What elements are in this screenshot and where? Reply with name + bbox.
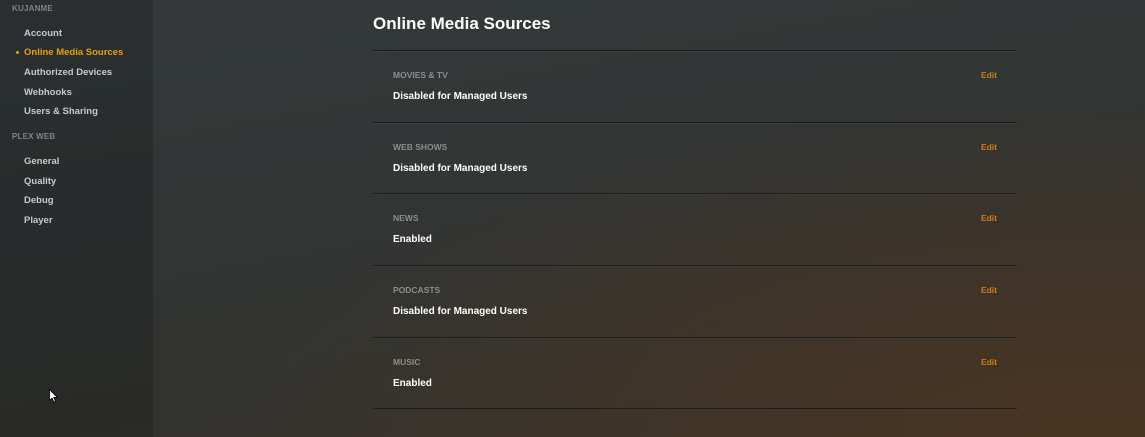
active-indicator-dot xyxy=(16,51,19,54)
source-status: Enabled xyxy=(393,234,432,245)
edit-button[interactable]: Edit xyxy=(981,285,997,295)
page-title: Online Media Sources xyxy=(373,14,551,33)
media-source-row-web-shows: WEB SHOWS Edit Disabled for Managed User… xyxy=(373,122,1017,194)
sidebar: KUJANME Account Online Media Sources Aut… xyxy=(0,0,153,437)
sidebar-item-debug[interactable]: Debug xyxy=(24,195,54,206)
plex-web-section-header: PLEX WEB xyxy=(12,132,56,141)
sidebar-item-webhooks[interactable]: Webhooks xyxy=(24,87,72,98)
sidebar-item-users-sharing[interactable]: Users & Sharing xyxy=(24,106,98,117)
source-status: Enabled xyxy=(393,378,432,389)
source-status: Disabled for Managed Users xyxy=(393,163,528,174)
source-name: WEB SHOWS xyxy=(393,142,448,152)
sidebar-item-account[interactable]: Account xyxy=(24,28,62,39)
media-source-row-movies-tv: MOVIES & TV Edit Disabled for Managed Us… xyxy=(373,50,1017,122)
edit-button[interactable]: Edit xyxy=(981,357,997,367)
media-source-row-news: NEWS Edit Enabled xyxy=(373,193,1017,265)
sidebar-item-authorized-devices[interactable]: Authorized Devices xyxy=(24,67,112,78)
mouse-pointer-icon xyxy=(49,389,58,403)
edit-button[interactable]: Edit xyxy=(981,142,997,152)
sidebar-item-online-media-sources[interactable]: Online Media Sources xyxy=(24,47,123,58)
account-section-header: KUJANME xyxy=(12,4,53,13)
sidebar-item-general[interactable]: General xyxy=(24,156,59,167)
source-status: Disabled for Managed Users xyxy=(393,306,528,317)
source-status: Disabled for Managed Users xyxy=(393,91,528,102)
sidebar-item-player[interactable]: Player xyxy=(24,215,53,226)
source-name: MOVIES & TV xyxy=(393,70,448,80)
sidebar-item-quality[interactable]: Quality xyxy=(24,176,56,187)
source-name: NEWS xyxy=(393,213,419,223)
edit-button[interactable]: Edit xyxy=(981,213,997,223)
media-source-row-podcasts: PODCASTS Edit Disabled for Managed Users xyxy=(373,265,1017,337)
row-divider xyxy=(373,408,1017,409)
source-name: MUSIC xyxy=(393,357,421,367)
source-name: PODCASTS xyxy=(393,285,441,295)
media-source-row-music: MUSIC Edit Enabled xyxy=(373,337,1017,409)
edit-button[interactable]: Edit xyxy=(981,70,997,80)
